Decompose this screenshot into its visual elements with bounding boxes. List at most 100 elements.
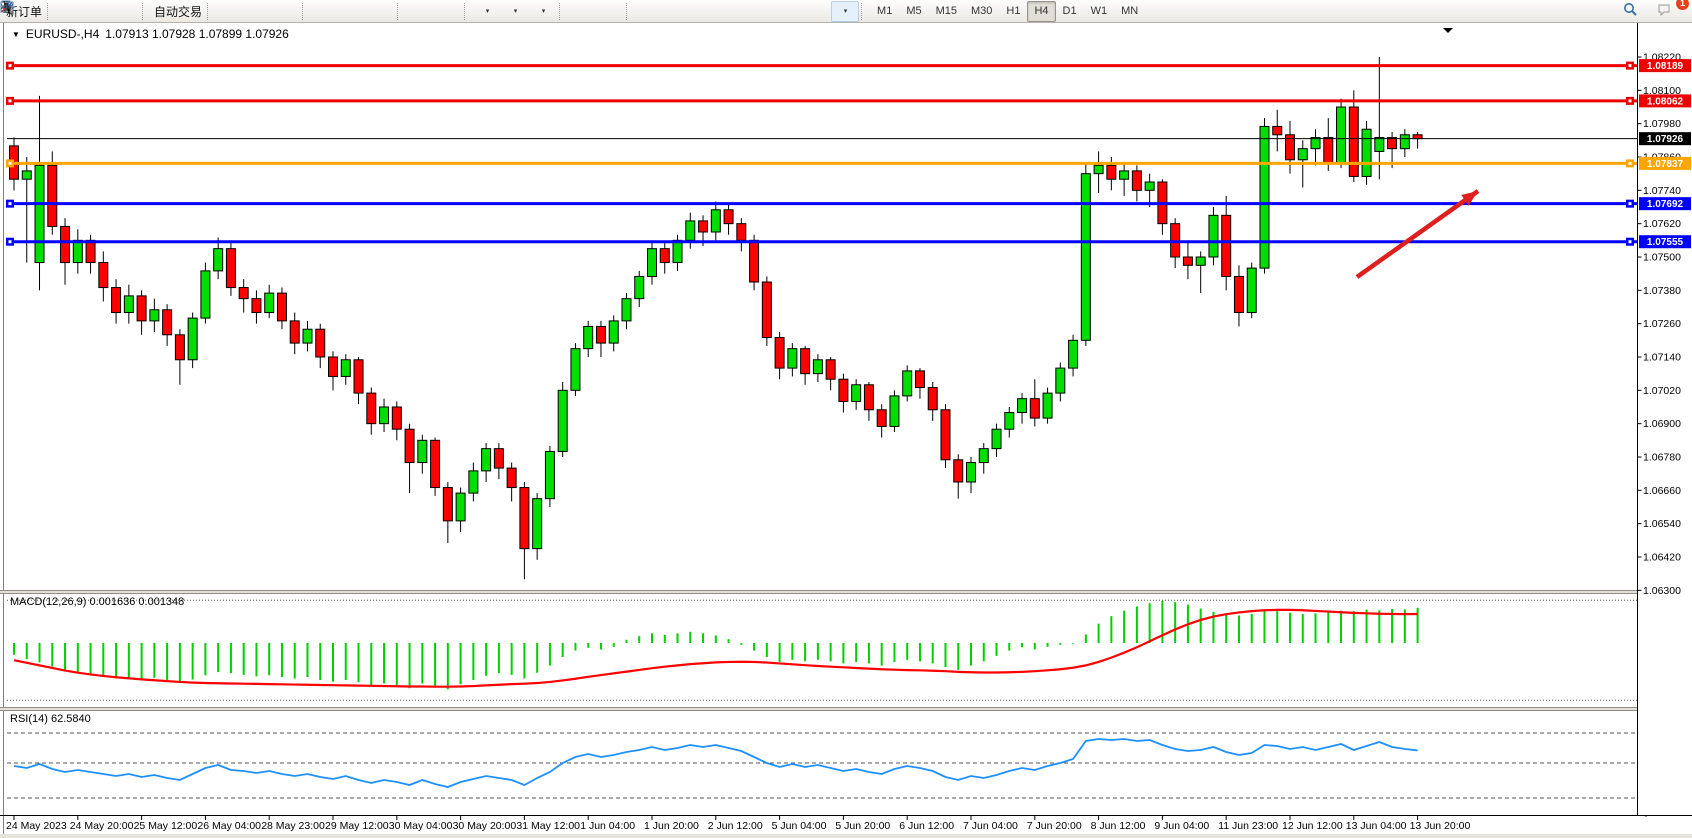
chat-button[interactable]: 1 bbox=[1656, 1, 1684, 22]
autotrading-button[interactable]: 自动交易 bbox=[151, 1, 205, 22]
one-click-trading-toggle-icon[interactable]: ▼ bbox=[12, 30, 20, 39]
timeframe-button-w1[interactable]: W1 bbox=[1084, 1, 1115, 22]
candle-body bbox=[354, 360, 363, 393]
chevron-down-icon: ▾ bbox=[844, 7, 848, 15]
arrows-tool-button[interactable]: ▾ bbox=[831, 1, 859, 22]
price-tick-label: 1.06300 bbox=[1643, 585, 1681, 597]
candle-body bbox=[112, 288, 121, 313]
toolbar-separator bbox=[47, 3, 54, 20]
current-price-tag-label: 1.07926 bbox=[1647, 134, 1684, 145]
candlestick-chart-button[interactable] bbox=[244, 1, 272, 22]
candle-body bbox=[214, 249, 223, 271]
candle-body bbox=[801, 349, 810, 374]
time-tick-label: 1 Jun 04:00 bbox=[580, 820, 635, 832]
cursor-tool-button[interactable] bbox=[568, 1, 596, 22]
candle-body bbox=[137, 296, 146, 321]
candle-body bbox=[660, 249, 669, 263]
candle-body bbox=[1222, 215, 1231, 276]
candle-body bbox=[265, 293, 274, 312]
timeframe-button-mn[interactable]: MN bbox=[1114, 1, 1145, 22]
price-tick-label: 1.06420 bbox=[1643, 551, 1681, 563]
zoom-out-button[interactable] bbox=[339, 1, 367, 22]
candle-body bbox=[750, 240, 759, 282]
hline-handle-center bbox=[9, 202, 12, 205]
timeframe-button-m30[interactable]: M30 bbox=[964, 1, 999, 22]
timeframe-button-m15[interactable]: M15 bbox=[929, 1, 964, 22]
rsi-indicator-label: RSI(14) 62.5840 bbox=[10, 713, 91, 725]
timeframe-button-h4[interactable]: H4 bbox=[1027, 1, 1055, 22]
candle-body bbox=[864, 385, 873, 410]
market-watch-button[interactable] bbox=[56, 1, 84, 22]
time-tick-label: 13 Jun 20:00 bbox=[1410, 820, 1471, 832]
indicators-button[interactable]: ▾ bbox=[473, 1, 501, 22]
candle-body bbox=[992, 429, 1001, 448]
candle-body bbox=[22, 171, 31, 179]
time-tick-label: 13 Jun 04:00 bbox=[1346, 820, 1407, 832]
arrows-icon bbox=[0, 0, 14, 14]
candle-body bbox=[1069, 340, 1078, 368]
candle-body bbox=[1056, 368, 1065, 393]
candle-body bbox=[380, 407, 389, 424]
text-label-tool-button[interactable]: T bbox=[803, 1, 831, 22]
candle-body bbox=[813, 360, 822, 374]
time-tick-label: 9 Jun 04:00 bbox=[1154, 820, 1209, 832]
candle-body bbox=[1234, 276, 1243, 312]
candle-body bbox=[469, 471, 478, 493]
price-tag-1.07692-label: 1.07692 bbox=[1647, 199, 1684, 210]
chart-shift-button[interactable] bbox=[406, 1, 434, 22]
periods-button[interactable]: ▾ bbox=[501, 1, 529, 22]
fibonacci-tool-button[interactable]: F bbox=[747, 1, 775, 22]
timeframe-button-m1[interactable]: M1 bbox=[870, 1, 899, 22]
candle-body bbox=[367, 393, 376, 424]
navigator-button[interactable] bbox=[112, 1, 140, 22]
candle-body bbox=[954, 460, 963, 482]
horizontal-line-tool-button[interactable] bbox=[663, 1, 691, 22]
trendline-tool-button[interactable] bbox=[691, 1, 719, 22]
price-tick-label: 1.07620 bbox=[1643, 218, 1681, 230]
candle-body bbox=[1375, 138, 1384, 152]
candle-body bbox=[839, 379, 848, 401]
candle-body bbox=[341, 360, 350, 377]
line-chart-button[interactable] bbox=[272, 1, 300, 22]
templates-button[interactable]: ▾ bbox=[529, 1, 557, 22]
toolbar-separator bbox=[142, 3, 149, 20]
time-tick-label: 26 May 04:00 bbox=[197, 820, 261, 832]
crosshair-tool-button[interactable] bbox=[596, 1, 624, 22]
candle-body bbox=[967, 463, 976, 482]
candle-body bbox=[1209, 215, 1218, 257]
auto-scroll-button[interactable] bbox=[434, 1, 462, 22]
hline-handle-center bbox=[1629, 162, 1632, 165]
candle-body bbox=[1132, 171, 1141, 190]
candle-body bbox=[124, 296, 133, 313]
timeframe-button-h1[interactable]: H1 bbox=[999, 1, 1027, 22]
hline-handle-center bbox=[9, 99, 12, 102]
candle-body bbox=[648, 249, 657, 277]
candle-body bbox=[520, 488, 529, 549]
text-tool-button[interactable]: A bbox=[775, 1, 803, 22]
chart-title: ▼ EURUSD-,H4 1.07913 1.07928 1.07899 1.0… bbox=[12, 27, 289, 41]
timeframe-button-d1[interactable]: D1 bbox=[1056, 1, 1084, 22]
price-tick-label: 1.07260 bbox=[1643, 318, 1681, 330]
price-tick-label: 1.06900 bbox=[1643, 418, 1681, 430]
zoom-in-button[interactable] bbox=[311, 1, 339, 22]
vertical-line-tool-button[interactable] bbox=[635, 1, 663, 22]
candle-body bbox=[903, 371, 912, 396]
candle-body bbox=[150, 310, 159, 321]
bar-chart-button[interactable] bbox=[216, 1, 244, 22]
hline-handle-center bbox=[1629, 240, 1632, 243]
candle-body bbox=[277, 293, 286, 321]
time-tick-label: 29 May 12:00 bbox=[325, 820, 389, 832]
candle-body bbox=[545, 451, 554, 498]
timeframe-button-m5[interactable]: M5 bbox=[899, 1, 928, 22]
search-button[interactable] bbox=[1622, 1, 1650, 22]
channel-tool-button[interactable]: E bbox=[719, 1, 747, 22]
candle-body bbox=[201, 271, 210, 318]
candle-body bbox=[35, 165, 44, 262]
tile-windows-button[interactable] bbox=[367, 1, 395, 22]
candle-body bbox=[928, 388, 937, 410]
data-window-button[interactable] bbox=[84, 1, 112, 22]
candle-body bbox=[431, 440, 440, 487]
candle-body bbox=[724, 210, 733, 224]
hline-handle-center bbox=[9, 64, 12, 67]
toolbar-separator bbox=[464, 3, 471, 20]
